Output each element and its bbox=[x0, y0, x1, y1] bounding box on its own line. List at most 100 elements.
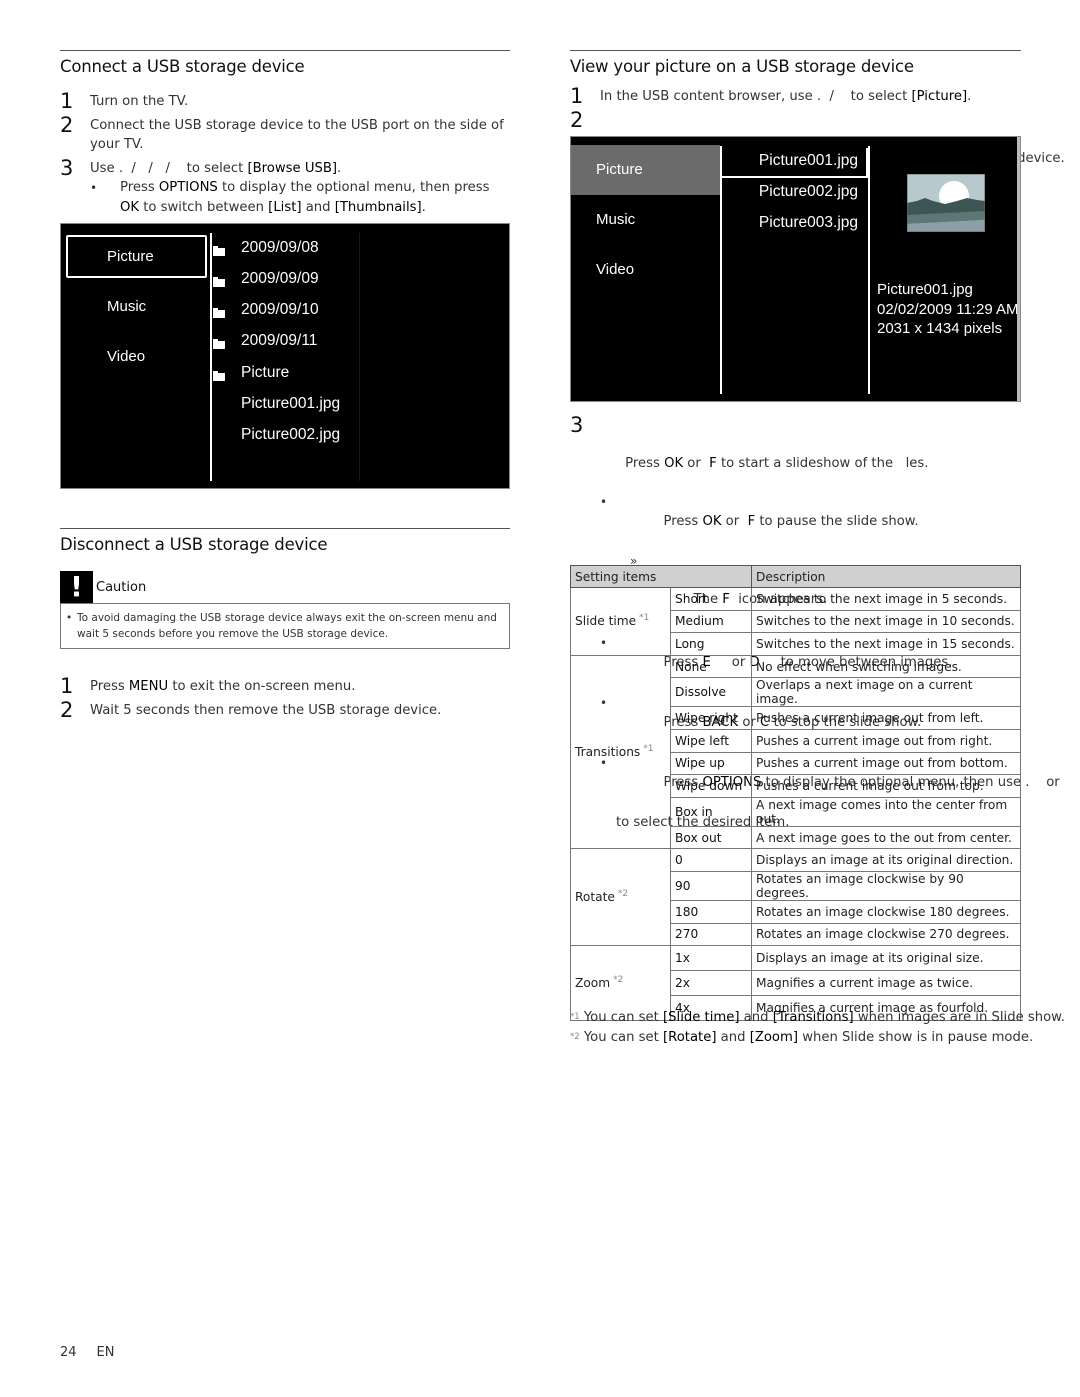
header-setting-items: Setting items bbox=[570, 565, 752, 588]
setting-item-name: Zoom bbox=[575, 976, 611, 991]
setting-description: Rotates an image clockwise 270 degrees. bbox=[751, 922, 1021, 947]
bullet-pause: Press OK or F to pause the slide show. bbox=[600, 492, 1021, 552]
ok-key: OK bbox=[702, 514, 722, 529]
list-option: [List] bbox=[268, 200, 302, 215]
play-key-glyph: F bbox=[709, 456, 717, 471]
thumbnails-option: [Thumbnails] bbox=[334, 200, 422, 215]
item-name: Picture001.jpg bbox=[241, 395, 341, 412]
category-music[interactable]: Music bbox=[107, 298, 146, 315]
footnote-marker: *2 bbox=[570, 1031, 580, 1042]
disconnect-section-title: Disconnect a USB storage device bbox=[60, 528, 510, 556]
usb-browser-screenshot-thumbnails: Picture Music Video Picture001.jpg Pictu… bbox=[570, 136, 1021, 402]
connect-steps: 1 Turn on the TV. 2 Connect the USB stor… bbox=[60, 89, 510, 218]
step-text: or bbox=[683, 456, 710, 471]
category-video[interactable]: Video bbox=[107, 348, 145, 365]
bullet-text: and bbox=[301, 200, 335, 215]
column-divider bbox=[210, 233, 212, 481]
setting-option: 270 bbox=[670, 922, 752, 947]
item-name: 2009/09/11 bbox=[241, 332, 318, 349]
step-text: Wait 5 seconds then remove the USB stora… bbox=[90, 703, 442, 718]
bullet-text: Press bbox=[663, 514, 703, 529]
setting-item-name: Transitions bbox=[575, 745, 641, 760]
setting-option: None bbox=[670, 654, 752, 679]
setting-option: Dissolve bbox=[670, 677, 752, 708]
view-step-1: 1 In the USB content browser, use . / to… bbox=[570, 84, 1021, 108]
file-item[interactable]: Picture003.jpg bbox=[759, 214, 858, 232]
setting-description: Pushes a current image out from top. bbox=[751, 774, 1021, 798]
landscape-thumbnail-icon bbox=[907, 174, 985, 232]
menu-key: [Browse USB] bbox=[247, 161, 338, 176]
bullet-text: Press bbox=[120, 180, 159, 195]
setting-item-cell: Transitions *1 bbox=[570, 654, 671, 850]
connect-section-title: Connect a USB storage device bbox=[60, 50, 510, 78]
file-item[interactable]: Picture001.jpg bbox=[759, 152, 858, 170]
header-description: Description bbox=[751, 565, 1021, 588]
setting-description: Pushes a current image out from bottom. bbox=[751, 751, 1021, 776]
ok-key: OK bbox=[120, 200, 140, 215]
item-name: 2009/09/09 bbox=[241, 270, 319, 287]
footnote-2: *2 You can set [Rotate] and [Zoom] when … bbox=[570, 1028, 1065, 1048]
file-item[interactable]: Picture002.jpg bbox=[759, 183, 858, 201]
connect-step-3: 3 Use . / / / to select [Browse USB]. Pr… bbox=[60, 156, 510, 218]
folder-icon bbox=[213, 246, 225, 256]
caution-header: ! Caution bbox=[60, 571, 510, 603]
page-language: EN bbox=[96, 1345, 115, 1360]
step-number: 2 bbox=[60, 113, 74, 137]
column-divider bbox=[359, 233, 360, 481]
step-text: In the USB content browser, use . / to s… bbox=[600, 89, 912, 104]
setting-description: Pushes a current image out from right. bbox=[751, 728, 1021, 753]
footnote-text: when Slide show is in pause mode. bbox=[798, 1029, 1034, 1045]
view-picture-section-title: View your picture on a USB storage devic… bbox=[570, 50, 1021, 78]
menu-key: MENU bbox=[128, 679, 169, 694]
bullet-text: to pause the slide show. bbox=[755, 514, 919, 529]
footnote-1: *1 You can set [Slide time] and [Transit… bbox=[570, 1008, 1065, 1028]
connect-step-3-bullet: Press OPTIONS to display the optional me… bbox=[90, 178, 510, 218]
footnote-text: when images are in Slide show. bbox=[853, 1010, 1065, 1025]
info-datetime: 02/02/2009 11:29 AM bbox=[877, 300, 1019, 318]
step-text: Turn on the TV. bbox=[90, 94, 189, 109]
caution-label: Caution bbox=[96, 580, 147, 595]
folder-icon bbox=[213, 277, 225, 287]
category-music[interactable]: Music bbox=[596, 211, 635, 228]
item-name: Picture002.jpg bbox=[241, 426, 341, 443]
slideshow-settings-table: Setting items Description Slide time *1 Sh… bbox=[570, 565, 1021, 1022]
step-text: to exit the on-screen menu. bbox=[168, 679, 356, 694]
table-header-row: Setting items Description bbox=[570, 565, 1021, 588]
step-number: 2 bbox=[60, 698, 74, 722]
step-number: 1 bbox=[60, 674, 74, 698]
caution-box: • To avoid damaging the USB storage devi… bbox=[60, 603, 510, 649]
info-filename: Picture001.jpg bbox=[877, 281, 973, 298]
bullet-text: to switch between bbox=[139, 200, 269, 215]
view-step-3: 3 Press OK or F to start a slideshow of … bbox=[570, 413, 1021, 492]
setting-description: Switches to the next image in 10 seconds… bbox=[751, 609, 1021, 634]
bullet-text-end: . bbox=[421, 200, 426, 215]
step-text: to start a slideshow of the les. bbox=[716, 456, 929, 471]
setting-option: 2x bbox=[670, 970, 752, 997]
folder-icon bbox=[213, 308, 225, 318]
setting-item-cell: Slide time *1 bbox=[570, 587, 671, 656]
table-row: Transitions *1 None No effect when switchin… bbox=[570, 654, 1021, 850]
setting-option: Long bbox=[670, 632, 752, 656]
slide-time-option: [Slide time] bbox=[663, 1010, 740, 1025]
bullet-dot: • bbox=[66, 612, 73, 624]
footnote-text: You can set bbox=[579, 1010, 664, 1025]
disconnect-step-2: 2 Wait 5 seconds then remove the USB sto… bbox=[60, 698, 510, 722]
disconnect-steps: 1 Press MENU to exit the on-screen menu.… bbox=[60, 674, 510, 722]
footnote-marker: *2 bbox=[613, 975, 624, 986]
category-video[interactable]: Video bbox=[596, 261, 634, 278]
category-picture[interactable]: Picture bbox=[596, 161, 643, 178]
step-text: Use . / / / to select bbox=[90, 161, 248, 176]
setting-description: Displays an image at its original size. bbox=[751, 945, 1021, 972]
bullet-text: to display the optional menu, then press bbox=[217, 180, 490, 195]
setting-option: 180 bbox=[670, 899, 752, 924]
bullet-text: or bbox=[721, 514, 748, 529]
setting-option: Box in bbox=[670, 796, 752, 827]
setting-description: Rotates an image clockwise by 90 degrees… bbox=[751, 870, 1021, 901]
category-picture[interactable]: Picture bbox=[107, 248, 154, 265]
usb-browser-screenshot-list: Picture Music Video 2009/09/08 2009/09/0… bbox=[60, 223, 510, 489]
setting-item-name: Rotate bbox=[575, 890, 615, 905]
step-number: 2 bbox=[570, 108, 584, 132]
item-name: 2009/09/08 bbox=[241, 239, 319, 256]
setting-option: Wipe down bbox=[670, 774, 752, 798]
setting-item-cell: Rotate *2 bbox=[570, 848, 671, 947]
